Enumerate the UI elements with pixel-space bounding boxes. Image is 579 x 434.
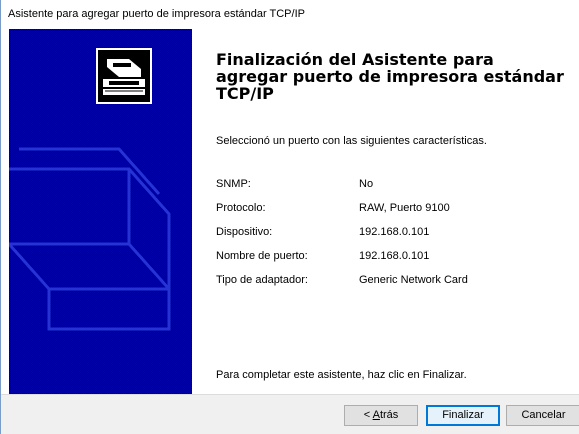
property-label: Dispositivo: xyxy=(216,226,273,238)
property-row-snmp: SNMP: No xyxy=(216,178,576,202)
property-row-protocol: Protocolo: RAW, Puerto 9100 xyxy=(216,202,576,226)
property-label: SNMP: xyxy=(216,178,251,190)
finish-instructions: Para completar este asistente, haz clic … xyxy=(216,369,467,381)
finish-button[interactable]: Finalizar xyxy=(426,405,500,426)
printer-wizard-graphic xyxy=(9,48,171,331)
property-row-adapter-type: Tipo de adaptador: Generic Network Card xyxy=(216,274,576,298)
window-title: Asistente para agregar puerto de impreso… xyxy=(8,8,305,20)
title-bar: Asistente para agregar puerto de impreso… xyxy=(1,0,579,28)
cancel-button[interactable]: Cancelar xyxy=(506,405,579,426)
property-value: 192.168.0.101 xyxy=(359,226,430,238)
back-button-label: trás xyxy=(379,409,399,421)
property-label: Tipo de adaptador: xyxy=(216,274,308,286)
property-label: Nombre de puerto: xyxy=(216,250,308,262)
property-value: 192.168.0.101 xyxy=(359,250,430,262)
property-value: Generic Network Card xyxy=(359,274,468,286)
property-value: RAW, Puerto 9100 xyxy=(359,202,450,214)
back-button[interactable]: < Atrás xyxy=(344,405,418,426)
printer-icon xyxy=(96,48,152,104)
button-bar: < Atrás Finalizar Cancelar xyxy=(1,394,579,434)
wizard-sidebar xyxy=(9,29,192,394)
wizard-content: Finalización del Asistente para agregar … xyxy=(192,29,579,394)
intro-text: Seleccionó un puerto con las siguientes … xyxy=(216,135,487,147)
page-title: Finalización del Asistente para agregar … xyxy=(216,50,564,103)
property-row-device: Dispositivo: 192.168.0.101 xyxy=(216,226,576,250)
wizard-window: Asistente para agregar puerto de impreso… xyxy=(0,0,579,434)
property-label: Protocolo: xyxy=(216,202,266,214)
port-properties: SNMP: No Protocolo: RAW, Puerto 9100 Dis… xyxy=(216,178,576,298)
back-button-accelerator: A xyxy=(372,409,380,421)
property-value: No xyxy=(359,178,374,190)
property-row-port-name: Nombre de puerto: 192.168.0.101 xyxy=(216,250,576,274)
back-button-prefix: < xyxy=(363,409,373,421)
